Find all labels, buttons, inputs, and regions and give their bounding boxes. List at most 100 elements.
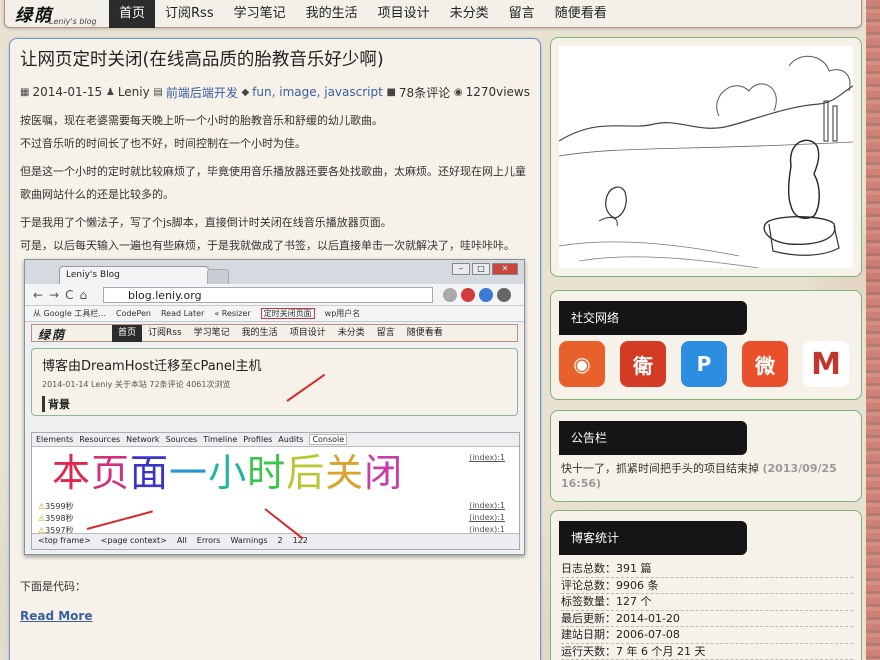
inner-post-meta: 2014-01-14 Leniy 关于本站 72条评论 4061次浏览 [42,380,231,389]
inner-nav-item: 订阅Rss [148,328,182,338]
rss-icon[interactable]: ◉ [559,341,605,387]
devtools-tab: Timeline [203,435,238,444]
devtools-tab: Console [309,434,348,445]
rainbow-char: 面 [130,451,170,495]
paragraph-line: 但是这一个小时的定时就比较麻烦了，毕竟使用音乐播放器还要各处找歌曲，太麻烦。还好… [20,165,526,201]
menu-icon [497,288,511,302]
post-paragraph: 于是我用了个懒法子，写了个js脚本，直接倒计时关闭在线音乐播放器页面。 可是，以后… [20,212,530,257]
paragraph-line: 不过音乐听的时间长了也不好，时间控制在一个小时为佳。 [20,136,306,150]
rainbow-char: 小 [208,451,248,495]
devtools-status-item: <page context> [100,536,167,545]
paragraph-line: 于是我用了个懒法子，写了个js脚本，直接倒计时关闭在线音乐播放器页面。 [20,216,392,229]
stat-row: 运行天数：7 年 6 个月 21 天 [561,644,853,660]
bookmark-item: « Resizer [214,309,251,318]
nav-item[interactable]: 我的生活 [296,0,368,28]
post-tags[interactable]: fun, image, javascript [252,85,383,99]
bookmark-item: wp用户名 [324,309,361,318]
stat-row: 日志总数：391 篇 [561,561,853,578]
devtools-tab: Network [126,435,160,444]
inner-menu: 首页 订阅Rss 学习笔记 我的生活 项目设计 未分类 留言 随便看看 [112,325,449,342]
post-title[interactable]: 让网页定时关闭(在线高品质的胎教音乐好少啊) [20,48,530,74]
rainbow-char: 页 [91,451,131,495]
inner-nav-item: 我的生活 [241,328,278,338]
nav-item[interactable]: 随便看看 [545,0,617,28]
devtools-statusbar: <top frame> <page context> All Errors Warnin… [32,533,519,549]
nav-item[interactable]: 项目设计 [368,0,440,28]
tag-icon: ◆ [241,86,250,98]
nav-item[interactable]: 学习笔记 [224,0,296,28]
devtools-status-item: Warnings [230,536,268,545]
inner-logo: 绿荫 [38,328,67,342]
notice-text: 快十一了，抓紧时间把手头的项目结束掉 (2013/09/25 16:56) [561,461,851,491]
inner-post-heading: 背景 [42,396,507,412]
stat-row: 最后更新：2014-01-20 [561,611,853,627]
user-icon: ♟ [105,86,115,98]
post-paragraph: 按医嘱，现在老婆需要每天晚上听一个小时的胎教音乐和舒缓的幼儿歌曲。 不过音乐听的时… [20,110,530,155]
devtools-status-item: 2 [277,536,283,545]
devtools-panel: Elements Resources Network Sources Timeline P… [31,432,520,550]
maximize-icon: □ [472,263,490,275]
devtools-status-item: <top frame> [38,536,91,545]
embedded-screenshot: Leniy's Blog – □ ✕ ←→C⌂ blog.leniy.org 从 G… [24,259,525,555]
page-decoration [866,0,880,660]
sidebar-illustration-card [550,37,862,277]
widget-title: 博客统计 [559,521,747,555]
minimize-icon: – [452,263,470,275]
devtools-tab: Elements [36,435,74,444]
rainbow-char: 时 [247,451,287,495]
rainbow-char: 关 [325,451,365,495]
inner-nav-item: 随便看看 [406,328,443,338]
window-controls: – □ ✕ [452,263,518,275]
inner-nav-item: 首页 [112,325,143,342]
new-tab [207,269,229,284]
bookmark-item: Read Later [160,309,205,318]
inner-post-title: 博客由DreamHost迁移至cPanel主机 [42,359,262,374]
devtools-tabs: Elements Resources Network Sources Timeline P… [32,433,519,447]
social-icons: ◉ 衛 P 微 M [559,341,849,387]
widget-title: 公告栏 [559,421,747,455]
stat-row: 评论总数：9906 条 [561,578,853,594]
devtools-tab: Sources [165,435,198,444]
gmail-icon[interactable]: M [803,341,849,387]
folder-icon: ▤ [153,86,163,98]
widget-title: 社交网络 [559,301,747,335]
post-date: 2014-01-15 [32,85,103,99]
stats-list: 日志总数：391 篇评论总数：9906 条标签数量：127 个最后更新：2014… [561,561,853,660]
comment-icon: ■ [386,86,396,98]
browser-tab: Leniy's Blog [59,266,209,284]
read-more-link[interactable]: Read More [20,609,93,623]
inner-nav-item: 留言 [376,328,395,338]
stats-widget: 博客统计 日志总数：391 篇评论总数：9906 条标签数量：127 个最后更新… [550,510,862,660]
post-category[interactable]: 前端后端开发 [166,84,238,101]
inner-nav-item: 项目设计 [289,328,326,338]
nav-arrows-icon: ←→C⌂ [33,288,94,302]
main-menu: 首页 订阅Rss 学习笔记 我的生活 项目设计 未分类 留言 随便看看 [109,0,617,28]
post-comments[interactable]: 78条评论 [399,84,450,101]
qzone-icon[interactable]: P [681,341,727,387]
console-source: (index):1 [469,453,505,462]
nav-item[interactable]: 首页 [109,0,156,28]
logo-text: 绿荫 [15,6,53,26]
url-box: blog.leniy.org [103,287,433,303]
notice-message: 快十一了，抓紧时间把手头的项目结束掉 [561,462,759,475]
post-meta: ▦ 2014-01-15 ♟ Leniy ▤ 前端后端开发 ◆ fun, ima… [20,84,530,100]
bookmarks-bar: 从 Google 工具栏... CodePen Read Later « Resize… [25,306,524,322]
console-warning: 3598秒 [38,513,73,524]
site-logo[interactable]: 绿荫 Leniy's blog [15,1,105,27]
social-widget: 社交网络 ◉ 衛 P 微 M [550,290,862,400]
nav-item[interactable]: 订阅Rss [155,0,224,28]
stat-row: 建站日期：2006-07-08 [561,627,853,644]
devtools-tab: Audits [278,435,304,444]
inner-nav-item: 学习笔记 [193,328,230,338]
extension-icon [479,288,493,302]
nav-item[interactable]: 留言 [499,0,545,28]
renren-icon[interactable]: 衛 [620,341,666,387]
post-views: 1270views [465,85,531,99]
weibo-icon[interactable]: 微 [742,341,788,387]
post-body: 按医嘱，现在老婆需要每天晚上听一个小时的胎教音乐和舒缓的幼儿歌曲。 不过音乐听的时… [20,110,530,257]
post-paragraph: 但是这一个小时的定时就比较麻烦了，毕竟使用音乐播放器还要各处找歌曲，太麻烦。还好… [20,161,530,206]
bookmark-item: 从 Google 工具栏... [33,309,106,318]
nav-item[interactable]: 未分类 [440,0,499,28]
stat-row: 标签数量：127 个 [561,594,853,611]
post-author[interactable]: Leniy [118,85,150,99]
